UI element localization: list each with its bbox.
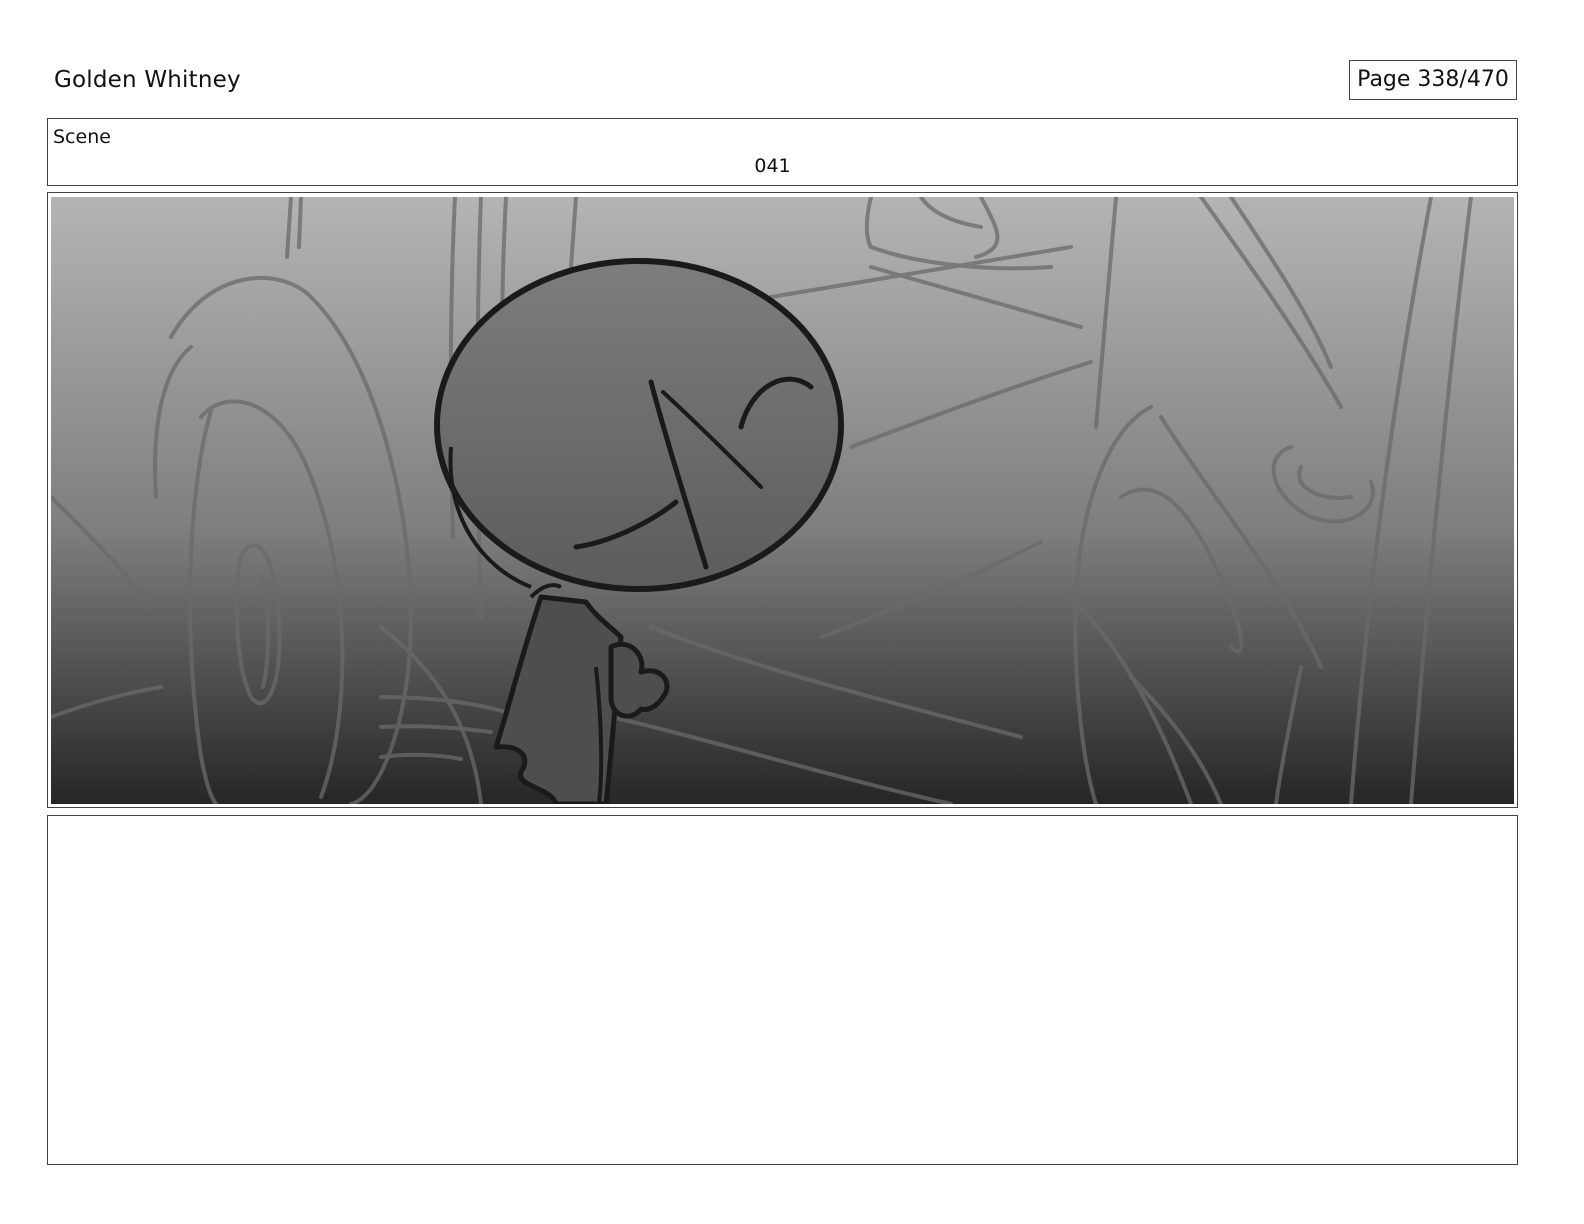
storyboard-title: Golden Whitney [54, 67, 241, 93]
scene-label: Scene [53, 126, 111, 148]
page-indicator: Page 338/470 [1349, 60, 1517, 100]
panel-sketch-image [51, 197, 1514, 804]
scene-header: Scene 041 [47, 118, 1518, 186]
storyboard-panel [47, 192, 1518, 808]
scene-number: 041 [754, 155, 791, 177]
sketch-drawing [51, 197, 1514, 804]
notes-area [47, 815, 1518, 1165]
